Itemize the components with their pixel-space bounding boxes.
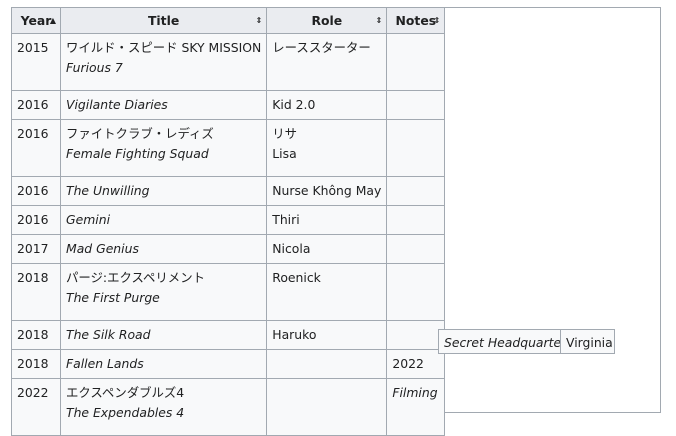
title-cell: エクスペンダブルズ4 The Expendables 4 bbox=[59, 378, 268, 436]
overflow-role-cell: Virginia bbox=[560, 329, 615, 354]
column-header-role[interactable]: Role ⇕ bbox=[266, 7, 388, 34]
role-cell: Nurse Không May bbox=[266, 176, 388, 206]
column-header-label: Role bbox=[311, 13, 343, 28]
year-cell: 2016 bbox=[11, 176, 61, 206]
column-header-title[interactable]: Title ⇕ bbox=[59, 7, 268, 34]
year-cell: 2016 bbox=[11, 205, 61, 235]
sort-icon[interactable]: ⇕ bbox=[376, 9, 383, 33]
title-cell[interactable]: Mad Genius bbox=[59, 234, 268, 264]
role-cell: Haruko bbox=[266, 320, 388, 350]
column-header-year[interactable]: Year ▲ bbox=[11, 7, 61, 34]
table-row: 2018 Fallen Lands 2022 bbox=[11, 349, 446, 379]
table-row: 2016 Gemini Thiri bbox=[11, 205, 446, 235]
notes-cell bbox=[386, 263, 446, 321]
title-cell: ファイトクラブ・レディズ Female Fighting Squad bbox=[59, 119, 268, 177]
year-cell: 2018 bbox=[11, 263, 61, 321]
title-cell: ワイルド・スピード SKY MISSION Furious 7 bbox=[59, 33, 268, 91]
sort-ascending-icon[interactable]: ▲ bbox=[50, 9, 56, 33]
role-english: Lisa bbox=[272, 146, 297, 161]
header-row: Year ▲ Title ⇕ Role ⇕ Notes ⇕ bbox=[11, 7, 446, 34]
notes-cell bbox=[386, 234, 446, 264]
sort-icon[interactable]: ⇕ bbox=[434, 9, 441, 33]
title-english[interactable]: Furious 7 bbox=[66, 58, 261, 78]
year-cell: 2022 bbox=[11, 378, 61, 436]
title-cell[interactable]: The Unwilling bbox=[59, 176, 268, 206]
role-cell: Kid 2.0 bbox=[266, 90, 388, 120]
title-native: ファイトクラブ・レディズ bbox=[66, 126, 214, 141]
title-native: エクスペンダブルズ4 bbox=[66, 385, 185, 400]
notes-cell bbox=[386, 119, 446, 177]
title-cell[interactable]: The Silk Road bbox=[59, 320, 268, 350]
table-row: 2022 エクスペンダブルズ4 The Expendables 4 Filmin… bbox=[11, 378, 446, 436]
title-english[interactable]: The Expendables 4 bbox=[66, 403, 261, 423]
title-english[interactable]: Female Fighting Squad bbox=[66, 144, 261, 164]
year-cell: 2016 bbox=[11, 90, 61, 120]
notes-cell: 2022 bbox=[386, 349, 446, 379]
table-row: 2016 Vigilante Diaries Kid 2.0 bbox=[11, 90, 446, 120]
role-cell: Nicola bbox=[266, 234, 388, 264]
title-cell: パージ:エクスペリメント The First Purge bbox=[59, 263, 268, 321]
title-native: ワイルド・スピード SKY MISSION bbox=[66, 40, 262, 55]
role-cell bbox=[266, 349, 388, 379]
overflow-title-cell[interactable]: Secret Headquarters bbox=[438, 329, 573, 354]
column-header-label: Year bbox=[20, 13, 52, 28]
notes-cell bbox=[386, 205, 446, 235]
year-cell: 2018 bbox=[11, 349, 61, 379]
role-native: リサ bbox=[272, 126, 298, 141]
notes-cell: Filming bbox=[386, 378, 446, 436]
column-header-notes[interactable]: Notes ⇕ bbox=[386, 7, 446, 34]
column-header-label: Title bbox=[147, 13, 180, 28]
notes-cell bbox=[386, 33, 446, 91]
filmography-table: Year ▲ Title ⇕ Role ⇕ Notes ⇕ 2015 ワイルド・… bbox=[11, 7, 446, 436]
role-cell: レーススターター bbox=[266, 33, 388, 91]
role-cell: リサ Lisa bbox=[266, 119, 388, 177]
title-cell[interactable]: Gemini bbox=[59, 205, 268, 235]
table-row: 2018 The Silk Road Haruko bbox=[11, 320, 446, 350]
table-row: 2015 ワイルド・スピード SKY MISSION Furious 7 レース… bbox=[11, 33, 446, 91]
column-header-label: Notes bbox=[395, 13, 437, 28]
notes-cell bbox=[386, 90, 446, 120]
year-cell: 2015 bbox=[11, 33, 61, 91]
table-row: 2018 パージ:エクスペリメント The First Purge Roenic… bbox=[11, 263, 446, 321]
year-cell: 2017 bbox=[11, 234, 61, 264]
sort-icon[interactable]: ⇕ bbox=[256, 9, 263, 33]
role-cell: Thiri bbox=[266, 205, 388, 235]
table-row: 2017 Mad Genius Nicola bbox=[11, 234, 446, 264]
notes-cell bbox=[386, 320, 446, 350]
year-cell: 2016 bbox=[11, 119, 61, 177]
title-english[interactable]: The First Purge bbox=[66, 288, 261, 308]
table-row: 2016 The Unwilling Nurse Không May bbox=[11, 176, 446, 206]
role-cell: Roenick bbox=[266, 263, 388, 321]
role-cell bbox=[266, 378, 388, 436]
title-native: パージ:エクスペリメント bbox=[66, 270, 205, 285]
year-cell: 2018 bbox=[11, 320, 61, 350]
table-row: 2016 ファイトクラブ・レディズ Female Fighting Squad … bbox=[11, 119, 446, 177]
title-cell[interactable]: Vigilante Diaries bbox=[59, 90, 268, 120]
notes-cell bbox=[386, 176, 446, 206]
title-cell[interactable]: Fallen Lands bbox=[59, 349, 268, 379]
